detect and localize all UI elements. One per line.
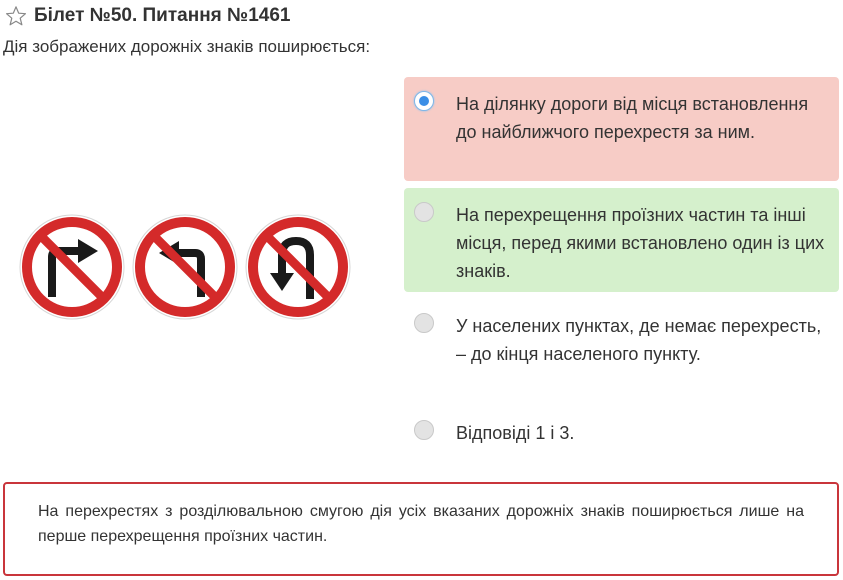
answer-option-4[interactable]: Відповіді 1 і 3. — [404, 406, 839, 458]
radio-button[interactable] — [414, 202, 434, 222]
answer-text: На ділянку дороги від місця встановлення… — [456, 94, 809, 142]
answer-list: На ділянку дороги від місця встановлення… — [404, 77, 839, 465]
radio-button[interactable] — [414, 420, 434, 440]
no-right-turn-sign — [19, 214, 125, 320]
no-left-turn-sign — [132, 214, 238, 320]
question-title: Білет №50. Питання №1461 — [34, 5, 291, 26]
answer-text: У населених пунктах, де немає перехресть… — [456, 316, 822, 364]
radio-button-selected[interactable] — [414, 91, 434, 111]
answer-option-2[interactable]: На перехрещення проїзних частин та інші … — [404, 188, 839, 292]
question-header: Білет №50. Питання №1461 — [5, 5, 291, 27]
no-u-turn-sign — [245, 214, 351, 320]
explanation-box: На перехрестях з розділювальною смугою д… — [3, 482, 839, 576]
answer-text: На перехрещення проїзних частин та інші … — [456, 205, 825, 281]
question-text: Дія зображених дорожніх знаків поширюєть… — [3, 37, 371, 56]
answer-text: Відповіді 1 і 3. — [456, 423, 575, 443]
radio-button[interactable] — [414, 313, 434, 333]
star-outline-icon[interactable] — [5, 5, 27, 27]
answer-option-1[interactable]: На ділянку дороги від місця встановлення… — [404, 77, 839, 181]
road-signs-image — [18, 213, 357, 321]
answer-option-3[interactable]: У населених пунктах, де немає перехресть… — [404, 299, 839, 403]
explanation-text: На перехрестях з розділювальною смугою д… — [38, 503, 804, 545]
